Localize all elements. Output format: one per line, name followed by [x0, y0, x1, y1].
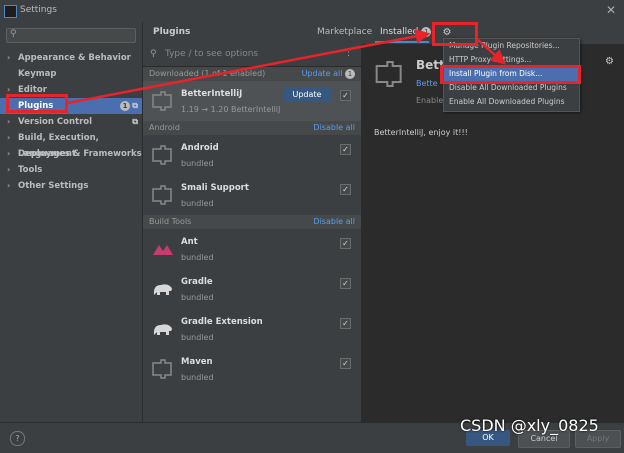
- disable-all-link[interactable]: Disable all: [313, 215, 355, 229]
- more-options-icon[interactable]: ⋮: [344, 48, 353, 58]
- section-title: Build Tools: [149, 217, 192, 226]
- plugin-enabled-checkbox[interactable]: ✓: [340, 238, 351, 249]
- tab-marketplace[interactable]: Marketplace: [317, 27, 372, 37]
- project-settings-icon: ⧉: [132, 117, 138, 126]
- update-button[interactable]: Update: [283, 87, 331, 102]
- plugin-list: ⚲ Type / to see options ⋮ Downloaded (1 …: [143, 44, 362, 422]
- plugin-version: 1.19 → 1.20 BetterIntelliJ: [181, 105, 281, 114]
- plugin-row-gradle[interactable]: Gradle bundled ✓: [143, 269, 361, 309]
- sidebar-item-keymap[interactable]: Keymap: [0, 66, 142, 82]
- detail-vendor-link[interactable]: Bette: [416, 79, 438, 88]
- title-bar: Settings ✕: [0, 0, 624, 22]
- plugin-name: BetterIntelliJ: [181, 89, 243, 99]
- section-android: Android Disable all: [143, 121, 361, 135]
- plugin-row-android[interactable]: Android bundled ✓: [143, 135, 361, 175]
- sidebar-item-build[interactable]: › Build, Execution, Deployment: [0, 130, 142, 159]
- settings-nav: › Appearance & Behavior Keymap › Editor Pl…: [0, 50, 142, 194]
- plugin-enabled-checkbox[interactable]: ✓: [340, 144, 351, 155]
- annotation-box-install-from-disk: [440, 65, 581, 84]
- plugin-row-betterintellij[interactable]: BetterIntelliJ 1.19 → 1.20 BetterIntelli…: [143, 81, 361, 121]
- search-icon: ⚲: [150, 49, 157, 59]
- plugin-name: Maven: [181, 357, 213, 367]
- close-icon[interactable]: ✕: [606, 3, 616, 17]
- plugin-name: Gradle: [181, 277, 213, 287]
- annotation-box-plugins: [6, 94, 68, 113]
- chevron-right-icon: ›: [7, 149, 11, 158]
- sidebar-item-label: Appearance & Behavior: [18, 53, 131, 63]
- section-title: Downloaded (1 of 1 enabled): [149, 69, 266, 78]
- plugin-enabled-checkbox[interactable]: ✓: [340, 184, 351, 195]
- sidebar-item-label: Keymap: [18, 69, 57, 79]
- plugin-enabled-checkbox[interactable]: ✓: [340, 318, 351, 329]
- sidebar-item-tools[interactable]: › Tools: [0, 162, 142, 178]
- sidebar-item-languages[interactable]: › Languages & Frameworks: [0, 146, 142, 162]
- sidebar-item-label: Languages & Frameworks: [18, 149, 142, 159]
- section-build-tools: Build Tools Disable all: [143, 215, 361, 229]
- sidebar-item-other[interactable]: › Other Settings: [0, 178, 142, 194]
- plugin-icon: [152, 91, 172, 111]
- plugin-enabled-checkbox[interactable]: ✓: [340, 278, 351, 289]
- gradle-elephant-icon: [153, 324, 172, 335]
- intellij-app-icon: [4, 5, 17, 18]
- plugin-enabled-checkbox[interactable]: ✓: [340, 358, 351, 369]
- plugin-icon: [152, 359, 172, 379]
- annotation-box-gear: [432, 22, 478, 46]
- sidebar-item-label: Version Control: [18, 117, 93, 127]
- chevron-right-icon: ›: [7, 165, 11, 174]
- plugin-sub: bundled: [181, 253, 214, 262]
- tab-installed[interactable]: Installed 1: [380, 27, 432, 37]
- help-icon[interactable]: ?: [10, 431, 25, 446]
- section-title: Android: [149, 123, 180, 132]
- plugin-icon: [152, 145, 172, 165]
- project-settings-icon: ⧉: [132, 101, 138, 110]
- detail-description: BetterIntelliJ, enjoy it!!!: [374, 128, 468, 137]
- active-tab-indicator: [375, 41, 429, 43]
- sidebar-item-version-control[interactable]: › Version Control ⧉: [0, 114, 142, 130]
- update-all-label: Update all: [301, 69, 343, 78]
- window-title: Settings: [20, 5, 57, 15]
- update-count-badge: 1: [120, 101, 130, 111]
- menu-item-enable-all[interactable]: Enable All Downloaded Plugins: [444, 95, 579, 109]
- chevron-right-icon: ›: [7, 53, 11, 62]
- chevron-right-icon: ›: [7, 133, 11, 142]
- search-placeholder: Type / to see options: [165, 49, 259, 59]
- watermark: CSDN @xly_0825: [460, 416, 599, 435]
- plugin-sub: bundled: [181, 373, 214, 382]
- tab-installed-label: Installed: [380, 27, 419, 37]
- page-title: Plugins: [153, 27, 191, 37]
- chevron-right-icon: ›: [7, 181, 11, 190]
- plugin-sub: bundled: [181, 293, 214, 302]
- detail-status: Enable: [416, 96, 444, 105]
- plugin-name: Gradle Extension: [181, 317, 263, 327]
- plugin-name: Ant: [181, 237, 198, 247]
- plugin-icon: [375, 61, 402, 87]
- sidebar-item-label: Tools: [18, 165, 43, 175]
- chevron-right-icon: ›: [7, 117, 11, 126]
- plugin-enabled-checkbox[interactable]: ✓: [340, 90, 351, 101]
- update-all-link[interactable]: Update all 1: [302, 67, 355, 81]
- plugin-row-maven[interactable]: Maven bundled ✓: [143, 349, 361, 389]
- plugin-row-gradle-extension[interactable]: Gradle Extension bundled ✓: [143, 309, 361, 349]
- plugin-name: Android: [181, 143, 219, 153]
- plugin-icon: [152, 185, 172, 205]
- sidebar-item-appearance[interactable]: › Appearance & Behavior: [0, 50, 142, 66]
- plugin-name: Smali Support: [181, 183, 249, 193]
- plugin-row-ant[interactable]: Ant bundled ✓: [143, 229, 361, 269]
- gradle-elephant-icon: [153, 284, 172, 295]
- section-downloaded: Downloaded (1 of 1 enabled) Update all 1: [143, 67, 361, 81]
- ant-icon: [153, 245, 173, 255]
- settings-sidebar: ⚲ › Appearance & Behavior Keymap › Editor …: [0, 22, 143, 422]
- update-all-badge: 1: [345, 69, 355, 79]
- plugin-sub: bundled: [181, 333, 214, 342]
- installed-badge: 1: [421, 27, 432, 37]
- settings-search-input[interactable]: ⚲: [6, 28, 136, 43]
- plugin-sub: bundled: [181, 159, 214, 168]
- sidebar-item-label: Other Settings: [18, 181, 89, 191]
- plugin-search-input[interactable]: ⚲ Type / to see options ⋮: [143, 44, 361, 67]
- search-icon: ⚲: [10, 29, 17, 39]
- disable-all-link[interactable]: Disable all: [313, 121, 355, 135]
- plugin-sub: bundled: [181, 199, 214, 208]
- plugin-row-smali[interactable]: Smali Support bundled ✓: [143, 175, 361, 215]
- gear-icon[interactable]: ⚙: [605, 56, 614, 67]
